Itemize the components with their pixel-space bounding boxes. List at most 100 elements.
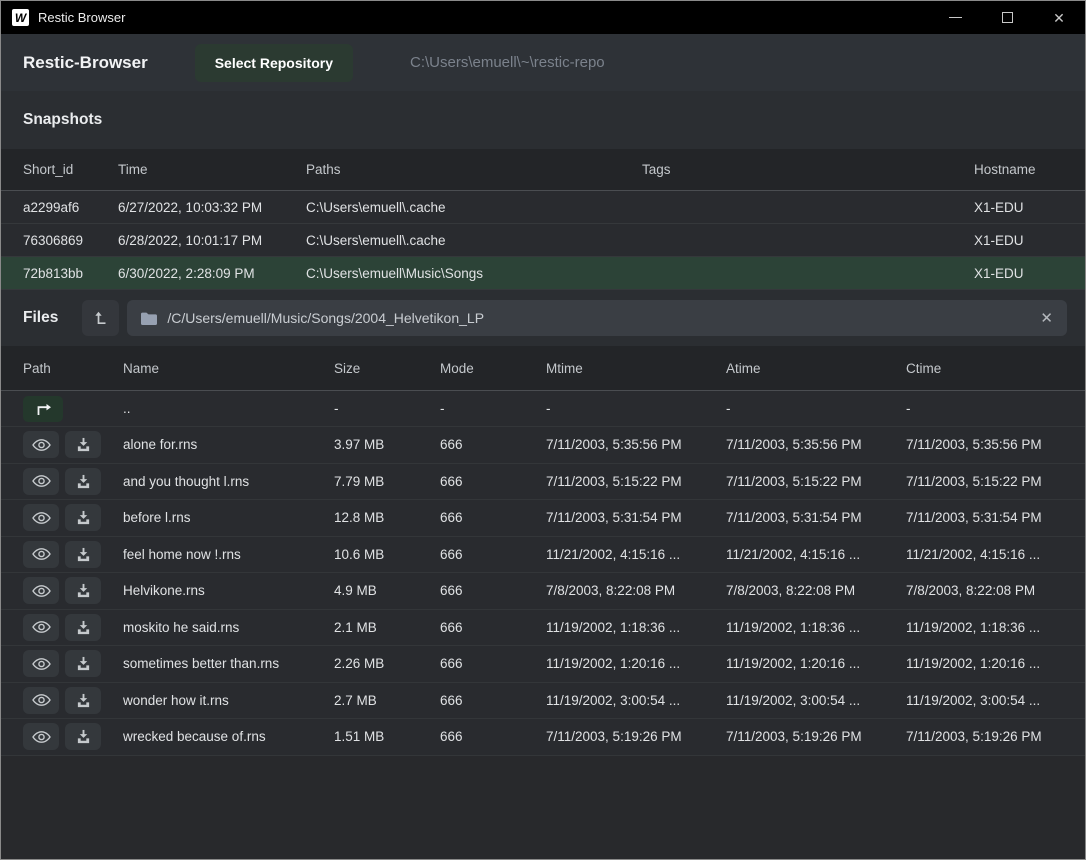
file-mtime: 7/11/2003, 5:31:54 PM [546, 510, 726, 525]
app-icon: W [12, 9, 29, 26]
file-name: moskito he said.rns [123, 620, 334, 635]
column-header-ctime: Ctime [906, 361, 1063, 376]
file-size: 2.1 MB [334, 620, 440, 635]
parent-row-mode: - [440, 401, 546, 416]
file-row: before l.rns12.8 MB6667/11/2003, 5:31:54… [1, 500, 1085, 537]
file-size: 2.7 MB [334, 693, 440, 708]
download-file-button[interactable] [65, 468, 101, 495]
file-size: 3.97 MB [334, 437, 440, 452]
file-ctime: 7/11/2003, 5:19:26 PM [906, 729, 1063, 744]
file-mtime: 7/8/2003, 8:22:08 PM [546, 583, 726, 598]
close-button[interactable]: ✕ [1033, 1, 1085, 34]
file-mode: 666 [440, 547, 546, 562]
view-file-button[interactable] [23, 687, 59, 714]
file-mode: 666 [440, 620, 546, 635]
download-file-button[interactable] [65, 577, 101, 604]
eye-icon [32, 693, 51, 707]
parent-directory-button[interactable] [23, 396, 63, 422]
file-ctime: 7/11/2003, 5:35:56 PM [906, 437, 1063, 452]
file-row: wrecked because of.rns1.51 MB6667/11/200… [1, 719, 1085, 756]
snapshot-row[interactable]: a2299af66/27/2022, 10:03:32 PMC:\Users\e… [1, 191, 1085, 224]
file-row-actions [23, 650, 123, 677]
select-repository-button[interactable]: Select Repository [195, 44, 353, 82]
file-ctime: 11/21/2002, 4:15:16 ... [906, 547, 1063, 562]
view-file-button[interactable] [23, 577, 59, 604]
file-row: sometimes better than.rns2.26 MB66611/19… [1, 646, 1085, 683]
file-name: Helvikone.rns [123, 583, 334, 598]
eye-icon [32, 584, 51, 598]
files-title: Files [23, 309, 58, 327]
file-mtime: 11/19/2002, 3:00:54 ... [546, 693, 726, 708]
parent-row-mtime: - [546, 401, 726, 416]
download-icon [76, 437, 91, 452]
download-file-button[interactable] [65, 687, 101, 714]
parent-row-name: .. [123, 401, 334, 416]
file-name: sometimes better than.rns [123, 656, 334, 671]
file-row-actions [23, 614, 123, 641]
view-file-button[interactable] [23, 504, 59, 531]
file-mode: 666 [440, 729, 546, 744]
file-atime: 11/21/2002, 4:15:16 ... [726, 547, 906, 562]
view-file-button[interactable] [23, 650, 59, 677]
download-file-button[interactable] [65, 541, 101, 568]
file-name: feel home now !.rns [123, 547, 334, 562]
go-up-arrow-icon [34, 402, 52, 416]
snapshot-time: 6/30/2022, 2:28:09 PM [118, 266, 306, 281]
file-atime: 11/19/2002, 3:00:54 ... [726, 693, 906, 708]
current-path-field[interactable]: /C/Users/emuell/Music/Songs/2004_Helveti… [127, 300, 1067, 336]
view-file-button[interactable] [23, 541, 59, 568]
maximize-icon [1002, 12, 1013, 23]
file-mode: 666 [440, 693, 546, 708]
folder-icon [141, 312, 157, 325]
minimize-button[interactable] [929, 1, 981, 34]
file-mtime: 11/19/2002, 1:18:36 ... [546, 620, 726, 635]
file-row-actions [23, 431, 123, 458]
download-icon [76, 510, 91, 525]
snapshot-short-id: a2299af6 [23, 200, 118, 215]
parent-row-actions [23, 396, 123, 422]
file-ctime: 11/19/2002, 3:00:54 ... [906, 693, 1063, 708]
file-row-actions [23, 687, 123, 714]
column-header-mtime: Mtime [546, 361, 726, 376]
view-file-button[interactable] [23, 614, 59, 641]
files-table-header: Path Name Size Mode Mtime Atime Ctime [1, 346, 1085, 391]
eye-icon [32, 657, 51, 671]
file-mode: 666 [440, 474, 546, 489]
file-mtime: 7/11/2003, 5:15:22 PM [546, 474, 726, 489]
download-file-button[interactable] [65, 431, 101, 458]
file-row: alone for.rns3.97 MB6667/11/2003, 5:35:5… [1, 427, 1085, 464]
file-row: and you thought l.rns7.79 MB6667/11/2003… [1, 464, 1085, 501]
snapshots-title: Snapshots [23, 111, 102, 129]
download-icon [76, 583, 91, 598]
download-icon [76, 620, 91, 635]
view-file-button[interactable] [23, 723, 59, 750]
snapshot-row[interactable]: 763068696/28/2022, 10:01:17 PMC:\Users\e… [1, 224, 1085, 257]
snapshot-hostname: X1-EDU [974, 233, 1063, 248]
column-header-path: Path [23, 361, 123, 376]
download-file-button[interactable] [65, 723, 101, 750]
file-name: wrecked because of.rns [123, 729, 334, 744]
clear-path-button[interactable]: ✕ [1040, 311, 1053, 326]
download-file-button[interactable] [65, 614, 101, 641]
file-ctime: 7/8/2003, 8:22:08 PM [906, 583, 1063, 598]
titlebar: W Restic Browser ✕ [1, 1, 1085, 34]
snapshot-short-id: 72b813bb [23, 266, 118, 281]
download-file-button[interactable] [65, 504, 101, 531]
file-row: feel home now !.rns10.6 MB66611/21/2002,… [1, 537, 1085, 574]
current-path-text: /C/Users/emuell/Music/Songs/2004_Helveti… [167, 310, 1030, 326]
file-atime: 7/11/2003, 5:19:26 PM [726, 729, 906, 744]
snapshot-row[interactable]: 72b813bb6/30/2022, 2:28:09 PMC:\Users\em… [1, 257, 1085, 290]
view-file-button[interactable] [23, 468, 59, 495]
file-atime: 7/11/2003, 5:31:54 PM [726, 510, 906, 525]
file-mode: 666 [440, 437, 546, 452]
maximize-button[interactable] [981, 1, 1033, 34]
download-file-button[interactable] [65, 650, 101, 677]
column-header-paths: Paths [306, 162, 642, 177]
file-atime: 7/8/2003, 8:22:08 PM [726, 583, 906, 598]
parent-row-ctime: - [906, 401, 1063, 416]
view-file-button[interactable] [23, 431, 59, 458]
file-row-actions [23, 577, 123, 604]
level-up-button[interactable] [82, 300, 119, 336]
file-mode: 666 [440, 583, 546, 598]
file-size: 4.9 MB [334, 583, 440, 598]
